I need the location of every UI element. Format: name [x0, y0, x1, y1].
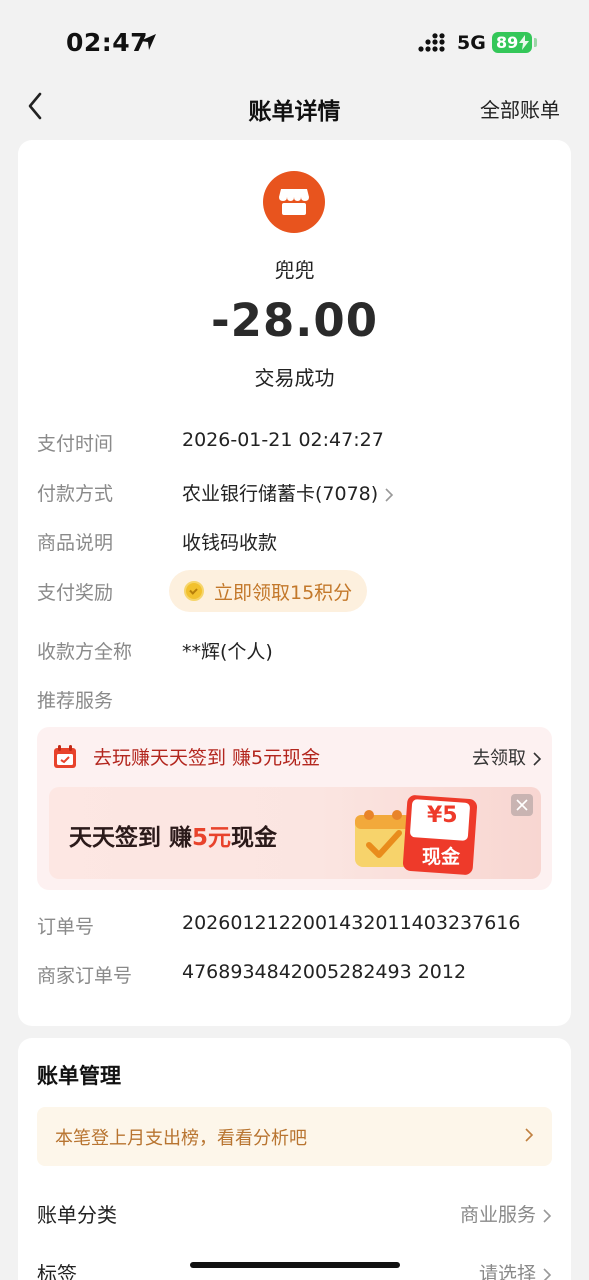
promo-banner-title: 天天签到 赚5元现金 — [69, 818, 277, 852]
detail-row-pay-time: 支付时间 2026-01-21 02:47:27 — [37, 425, 552, 457]
charging-bolt-icon — [519, 35, 529, 50]
battery-cap — [534, 38, 537, 47]
status-bar: 02:47 5G 89 — [0, 0, 589, 80]
bill-management-card: 账单管理 本笔登上月支出榜，看看分析吧 账单分类 商业服务 标签 请选择 — [18, 1038, 571, 1280]
merchant-name: 兜兜 — [274, 258, 315, 282]
coupon-amount: ¥5 — [427, 803, 458, 828]
detail-row-reward: 支付奖励 立即领取15积分 — [37, 570, 552, 612]
nav-bar: 账单详情 全部账单 — [0, 80, 589, 132]
coin-icon — [184, 581, 204, 601]
detail-label: 商品说明 — [37, 532, 114, 554]
banner-text-1: 天天签到 赚 — [69, 825, 193, 851]
coupon-label: 现金 — [422, 846, 461, 868]
location-arrow-icon — [140, 34, 156, 50]
chevron-right-icon — [533, 752, 542, 766]
promo-close-button[interactable] — [511, 794, 533, 816]
merchant-store-icon — [263, 171, 325, 233]
banner-text-2: 现金 — [231, 825, 278, 851]
section-title: 账单管理 — [37, 1064, 121, 1088]
detail-value: 2026-01-21 02:47:27 — [182, 429, 384, 451]
detail-label: 支付奖励 — [37, 582, 114, 604]
promo-text: 去玩赚天天签到 赚5元现金 — [93, 747, 321, 769]
spending-analysis-tip[interactable]: 本笔登上月支出榜，看看分析吧 — [37, 1107, 552, 1166]
detail-label: 商家订单号 — [37, 965, 133, 987]
calendar-icon — [54, 745, 76, 768]
row-label: 账单分类 — [37, 1203, 117, 1227]
payment-method-value-wrap: 农业银行储蓄卡(7078) — [182, 479, 394, 506]
battery-level: 89 — [496, 33, 519, 52]
tag-row[interactable]: 标签 请选择 — [37, 1256, 552, 1280]
detail-value: 收钱码收款 — [182, 532, 278, 554]
close-icon — [516, 799, 528, 811]
transaction-status: 交易成功 — [254, 366, 335, 390]
chevron-right-icon — [385, 487, 394, 502]
home-indicator[interactable] — [190, 1262, 400, 1268]
cash-coupon-illustration — [355, 795, 478, 875]
claim-points-label: 立即领取15积分 — [214, 582, 353, 604]
detail-row-recommended: 推荐服务 — [37, 682, 552, 714]
detail-value: 4768934842005282493 2012 — [182, 961, 467, 983]
tip-text: 本笔登上月支出榜，看看分析吧 — [55, 1128, 307, 1149]
chevron-right-icon — [543, 1267, 552, 1280]
signal-icon — [418, 33, 445, 52]
promo-claim-link[interactable]: 去领取 — [472, 744, 542, 770]
status-time: 02:47 — [66, 28, 149, 57]
detail-value: 农业银行储蓄卡(7078) — [182, 483, 379, 505]
transaction-amount: -28.00 — [210, 294, 378, 347]
network-type: 5G — [457, 32, 486, 54]
promo-banner[interactable]: 天天签到 赚5元现金 ¥5 现金 — [49, 787, 541, 879]
detail-label: 付款方式 — [37, 483, 114, 505]
row-value: 请选择 — [478, 1263, 536, 1280]
chevron-right-icon — [543, 1208, 552, 1223]
claim-points-button[interactable]: 立即领取15积分 — [169, 570, 367, 612]
detail-label: 支付时间 — [37, 433, 114, 455]
promo-claim-label: 去领取 — [472, 748, 526, 769]
detail-label: 收款方全称 — [37, 641, 133, 663]
detail-label: 订单号 — [37, 916, 95, 938]
row-value-wrap: 商业服务 — [460, 1200, 552, 1227]
promo-card[interactable]: 去玩赚天天签到 赚5元现金 去领取 天天签到 赚5元现金 ¥5 现金 — [37, 727, 552, 890]
banner-text-highlight: 5元 — [192, 825, 232, 851]
detail-value: 2026012122001432011403237616 — [182, 912, 521, 934]
detail-value: **辉(个人) — [182, 641, 273, 663]
row-label: 标签 — [37, 1262, 77, 1280]
detail-row-merchant-order-no: 商家订单号 4768934842005282493 2012 — [37, 957, 552, 989]
battery-indicator: 89 — [492, 32, 532, 53]
all-bills-link[interactable]: 全部账单 — [480, 94, 560, 123]
detail-row-order-no: 订单号 2026012122001432011403237616 — [37, 908, 552, 940]
row-value: 商业服务 — [459, 1204, 536, 1226]
detail-row-description: 商品说明 收钱码收款 — [37, 524, 552, 556]
detail-row-payment-method[interactable]: 付款方式 农业银行储蓄卡(7078) — [37, 475, 552, 507]
chevron-right-icon — [525, 1128, 534, 1142]
category-row[interactable]: 账单分类 商业服务 — [37, 1197, 552, 1229]
detail-row-payee: 收款方全称 **辉(个人) — [37, 633, 552, 665]
bill-detail-card: 兜兜 -28.00 交易成功 支付时间 2026-01-21 02:47:27 … — [18, 140, 571, 1026]
detail-label: 推荐服务 — [37, 690, 114, 712]
row-value-wrap: 请选择 — [479, 1259, 552, 1280]
